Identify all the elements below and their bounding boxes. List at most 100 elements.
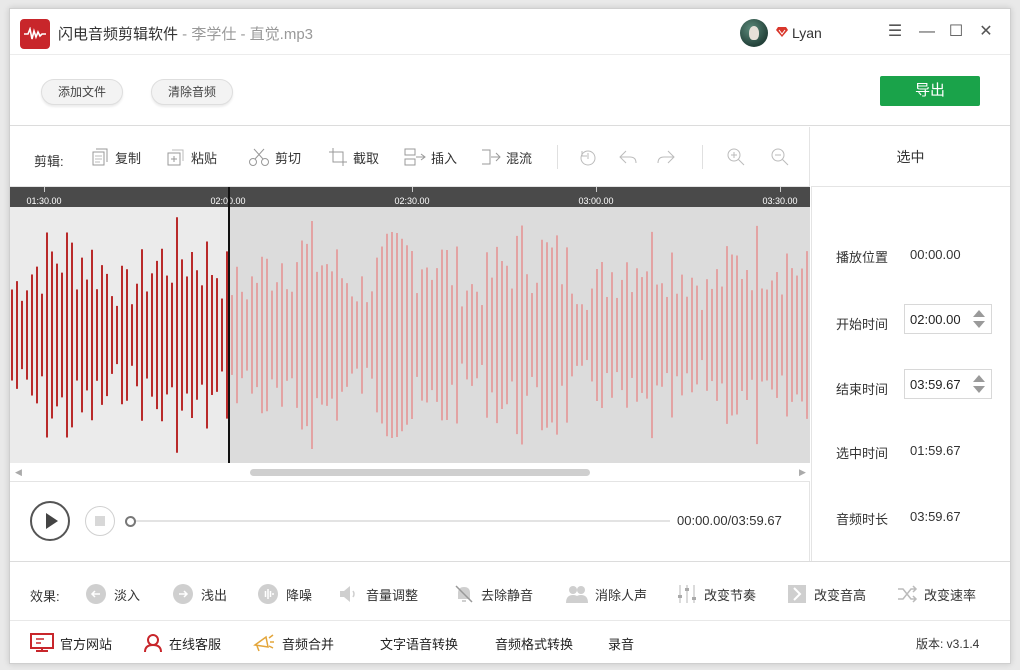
official-website-label: 官方网站 [60, 636, 113, 652]
app-logo-icon [20, 19, 50, 49]
people-icon [566, 586, 588, 603]
selected-duration-label: 选中时间 [836, 446, 889, 461]
undo-icon [619, 150, 637, 164]
start-time-up-icon[interactable] [973, 310, 985, 317]
reset-icon [580, 150, 596, 166]
mix-icon [482, 149, 501, 165]
equalizer-icon [678, 585, 696, 603]
remove-vocal-button[interactable]: 消除人声 [565, 582, 647, 606]
user-support-icon [144, 634, 162, 653]
audio-duration-value: 03:59.67 [910, 509, 961, 524]
player-bar: 00:00.00/03:59.67 [10, 481, 810, 561]
end-time-up-icon[interactable] [973, 375, 985, 382]
undo-button[interactable] [618, 145, 638, 169]
minimize-button[interactable]: — [918, 23, 936, 41]
paste-icon [167, 149, 184, 166]
export-button[interactable]: 导出 [880, 76, 980, 106]
redo-icon [657, 150, 675, 164]
fade-in-icon [86, 584, 106, 604]
clear-audio-button[interactable]: 清除音频 [151, 79, 234, 105]
effects-toolbar: 效果: 淡入 浅出 降噪 音量调整 去除静音 消除人声 改变节奏 改变音高 改变… [10, 561, 1010, 621]
record-link[interactable]: 录音 [608, 633, 634, 653]
version-label: 版本: v3.1.4 [916, 637, 980, 651]
format-convert-link[interactable]: 音频格式转换 [495, 633, 573, 653]
tick-mark [44, 187, 45, 192]
record-label: 录音 [608, 636, 635, 652]
copy-button[interactable]: 复制 [90, 145, 141, 169]
horizontal-scrollbar[interactable]: ◀ ▶ [10, 463, 810, 481]
effects-label: 效果: [30, 589, 60, 604]
fade-out-button[interactable]: 浅出 [171, 582, 227, 606]
scrollbar-thumb[interactable] [250, 469, 590, 476]
denoise-button[interactable]: 降噪 [256, 582, 312, 606]
cut-button[interactable]: 剪切 [248, 145, 301, 169]
waveform-area[interactable] [10, 207, 810, 463]
insert-button[interactable]: 插入 [404, 145, 457, 169]
end-time-stepper[interactable]: 03:59.67 [904, 369, 992, 399]
bottom-bar: 官方网站 在线客服 音频合并 文字语音转换 音频格式转换 录音 版本: v3.1… [10, 621, 1010, 663]
zoom-in-button[interactable] [726, 145, 746, 169]
online-support-link[interactable]: 在线客服 [143, 633, 221, 653]
avatar[interactable] [740, 19, 768, 47]
pitch-label: 改变音高 [814, 587, 867, 603]
official-website-link[interactable]: 官方网站 [30, 633, 112, 653]
redo-button[interactable] [656, 145, 676, 169]
remove-silence-button[interactable]: 去除静音 [453, 582, 533, 606]
playback-progress-knob[interactable] [125, 516, 136, 527]
fade-in-button[interactable]: 淡入 [84, 582, 140, 606]
start-time-stepper[interactable]: 02:00.00 [904, 304, 992, 334]
play-button[interactable] [30, 501, 70, 541]
waveform [11, 217, 808, 453]
add-file-button[interactable]: 添加文件 [41, 79, 124, 105]
volume-button[interactable]: 音量调整 [338, 582, 418, 606]
tick-label: 03:00.00 [578, 196, 614, 206]
fade-out-label: 浅出 [201, 587, 228, 603]
scroll-left-icon[interactable]: ◀ [15, 467, 22, 478]
file-name: - 李学仕 - 直觉.mp3 [178, 26, 314, 43]
start-time-value[interactable]: 02:00.00 [910, 312, 961, 327]
reset-button[interactable] [578, 145, 598, 169]
tick-mark [412, 187, 413, 192]
window-title: 闪电音频剪辑软件 - 李学仕 - 直觉.mp3 [58, 23, 313, 44]
crop-button[interactable]: 截取 [328, 145, 379, 169]
maximize-button[interactable]: ☐ [947, 23, 965, 41]
speed-button[interactable]: 改变速率 [896, 582, 976, 606]
zoom-out-button[interactable] [770, 145, 790, 169]
edit-toolbar: 剪辑: 复制 粘贴 剪切 截取 插入 混流 [10, 127, 810, 187]
playhead-cursor[interactable] [228, 187, 230, 463]
paste-button[interactable]: 粘贴 [166, 145, 217, 169]
tempo-button[interactable]: 改变节奏 [676, 582, 756, 606]
pitch-icon [788, 585, 806, 603]
end-time-value[interactable]: 03:59.67 [910, 377, 961, 392]
pitch-button[interactable]: 改变音高 [786, 582, 866, 606]
tick-label: 01:30.00 [26, 196, 62, 206]
menu-icon[interactable]: ☰ [886, 23, 904, 41]
scroll-right-icon[interactable]: ▶ [799, 467, 806, 478]
monitor-icon [30, 633, 54, 652]
mix-button[interactable]: 混流 [481, 145, 532, 169]
play-position-label: 播放位置 [836, 250, 889, 265]
speed-label: 改变速率 [924, 587, 977, 603]
fade-in-label: 淡入 [114, 587, 141, 603]
text-to-speech-link[interactable]: 文字语音转换 [380, 633, 458, 653]
stop-button[interactable] [85, 506, 115, 536]
insert-icon [404, 148, 426, 166]
title-bar: 闪电音频剪辑软件 - 李学仕 - 直觉.mp3 Lyan ☰ — ☐ ✕ [10, 9, 1010, 55]
cut-label: 剪切 [275, 150, 302, 166]
playback-time: 00:00.00/03:59.67 [677, 513, 782, 528]
close-button[interactable]: ✕ [977, 23, 995, 41]
divider [702, 145, 703, 169]
tick-label: 02:30.00 [394, 196, 430, 206]
tick-label: 03:30.00 [762, 196, 798, 206]
audio-merge-link[interactable]: 音频合并 [252, 633, 334, 653]
mix-label: 混流 [506, 150, 533, 166]
timeline-ruler[interactable]: 01:30.00 02:00.00 02:30.00 03:00.00 03:3… [10, 187, 810, 207]
tick-mark [780, 187, 781, 192]
selected-duration-value: 01:59.67 [910, 443, 961, 458]
remove-vocal-label: 消除人声 [595, 587, 648, 603]
playback-progress-track[interactable] [130, 520, 670, 522]
end-time-down-icon[interactable] [973, 386, 985, 393]
selection-panel: 播放位置 00:00.00 开始时间 02:00.00 结束时间 03:59.6… [811, 187, 1010, 561]
start-time-down-icon[interactable] [973, 321, 985, 328]
user-name[interactable]: Lyan [792, 25, 822, 41]
